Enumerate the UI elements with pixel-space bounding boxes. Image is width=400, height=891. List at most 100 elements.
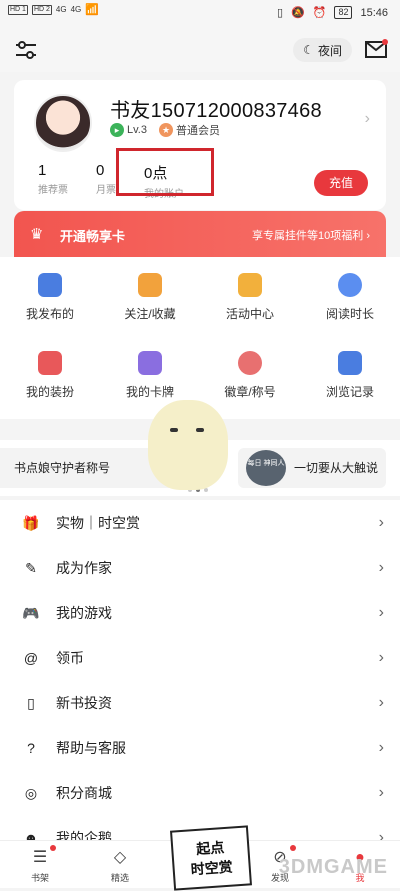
- top-bar: ☾ 夜间: [0, 28, 400, 72]
- shirt-icon: [38, 351, 62, 375]
- crown-icon: ♛: [30, 226, 44, 243]
- menu-item-help-support[interactable]: ? 帮助与客服 ›: [0, 725, 400, 770]
- menu-item-claim-coins[interactable]: @ 领币 ›: [0, 635, 400, 680]
- chevron-right-icon[interactable]: ›: [365, 110, 370, 128]
- diamond-icon: ◇: [113, 849, 127, 866]
- level-badge[interactable]: ▸ Lv.3: [110, 123, 147, 137]
- menu-item-label: 领币: [56, 649, 84, 666]
- annotation-highlight-box: [116, 148, 214, 196]
- gift-box-icon: [238, 273, 262, 297]
- chat-icon: [38, 273, 62, 297]
- member-star-icon: ★: [158, 123, 173, 137]
- folder-icon: [138, 273, 162, 297]
- bookshelf-icon: ☰: [32, 849, 48, 866]
- tab-featured[interactable]: ◇ 精选: [80, 841, 160, 888]
- profile-card[interactable]: 书友150712000837468 ▸ Lv.3 ★ 普通会员 › 1 推荐票 …: [14, 80, 386, 210]
- promo-sticker[interactable]: 起点 时空赏: [170, 825, 252, 891]
- avatar[interactable]: [34, 94, 92, 152]
- menu-item-become-author[interactable]: ✎ 成为作家 ›: [0, 545, 400, 590]
- at-icon: @: [23, 649, 39, 666]
- grid-item-activity-center[interactable]: 活动中心: [200, 257, 300, 335]
- coins-icon: ◎: [24, 784, 38, 801]
- recharge-button[interactable]: 充值: [314, 170, 368, 196]
- grid-item-label: 浏览记录: [325, 385, 374, 399]
- mute-icon: 🔕: [291, 7, 305, 19]
- mascot-eye: [196, 428, 204, 432]
- network2-label: 4G: [70, 5, 82, 14]
- notification-dot: [50, 845, 56, 851]
- history-icon: [338, 351, 362, 375]
- menu-item-label: 成为作家: [56, 559, 112, 576]
- membership-badge[interactable]: ★ 普通会员: [158, 122, 220, 138]
- vip-subtitle: 享专属挂件等10项福利 ›: [252, 230, 370, 242]
- question-icon: ?: [27, 739, 35, 756]
- level-label: Lv.3: [127, 124, 147, 136]
- grid-item-history[interactable]: 浏览记录: [300, 335, 400, 413]
- tab-bookshelf[interactable]: ☰ 书架: [0, 841, 80, 888]
- menu-item-my-games[interactable]: 🎮 我的游戏 ›: [0, 590, 400, 635]
- mascot-eye: [170, 428, 178, 432]
- grid-item-label: 活动中心: [225, 307, 274, 321]
- stat-number: 1: [38, 162, 47, 179]
- night-mode-label: 夜间: [317, 43, 342, 58]
- gamepad-icon: 🎮: [22, 604, 40, 621]
- grid-item-label: 我发布的: [25, 307, 74, 321]
- chevron-right-icon: ›: [378, 558, 384, 576]
- grid-item-follow-favorites[interactable]: 关注/收藏: [100, 257, 200, 335]
- promo-line-2: 时空赏: [190, 858, 234, 878]
- settings-sliders-icon[interactable]: [14, 40, 38, 60]
- menu-item-rewards[interactable]: 🎁 实物｜时空赏 ›: [0, 500, 400, 545]
- vip-title: 开通畅享卡: [60, 229, 126, 244]
- network1-label: 4G: [55, 5, 67, 14]
- wifi-icon: 📶: [85, 4, 99, 16]
- sim1-indicator: HD 1: [8, 4, 28, 15]
- menu-item-new-book-invest[interactable]: ▯ 新书投资 ›: [0, 680, 400, 725]
- night-mode-button[interactable]: ☾ 夜间: [293, 38, 352, 62]
- menu-item-label: 帮助与客服: [56, 739, 126, 756]
- grid-item-label: 我的装扮: [25, 385, 74, 399]
- pen-icon: ✎: [25, 559, 37, 576]
- stat-number: 0: [96, 162, 105, 179]
- chevron-right-icon: ›: [378, 738, 384, 756]
- tab-label: 精选: [110, 873, 129, 883]
- medal-icon: [238, 351, 262, 375]
- menu-item-label: 实物｜时空赏: [56, 514, 140, 531]
- grid-item-reading-time[interactable]: 阅读时长: [300, 257, 400, 335]
- menu-item-label: 积分商城: [56, 784, 112, 801]
- gift-icon: 🎁: [22, 514, 40, 531]
- sim2-indicator: HD 2: [31, 4, 52, 15]
- menu-item-label: 我的游戏: [56, 604, 112, 621]
- grid-item-my-posts[interactable]: 我发布的: [0, 257, 100, 335]
- clock-icon: [338, 273, 362, 297]
- stat-recommend-tickets[interactable]: 1 推荐票: [38, 162, 68, 200]
- menu-item-label: 新书投资: [56, 694, 112, 711]
- stat-label: 推荐票: [38, 185, 68, 196]
- menu-item-points-mall[interactable]: ◎ 积分商城 ›: [0, 770, 400, 815]
- menu-list: 🎁 实物｜时空赏 › ✎ 成为作家 › 🎮 我的游戏 › @ 领币 › ▯ 新书…: [0, 500, 400, 860]
- grid-item-my-outfits[interactable]: 我的装扮: [0, 335, 100, 413]
- notification-dot: [290, 845, 296, 851]
- vip-promo-bar[interactable]: ♛ 开通畅享卡 享专属挂件等10项福利 ›: [14, 211, 386, 257]
- mail-icon[interactable]: [364, 38, 388, 60]
- clock: 15:46: [360, 6, 388, 19]
- mascot-floating-sticker[interactable]: [148, 400, 228, 490]
- chevron-right-icon: ›: [378, 603, 384, 621]
- shortcuts-grid-card: 我发布的 关注/收藏 活动中心 阅读时长 我的装扮 我的卡牌 徽章/称号 浏览记…: [0, 257, 400, 419]
- grid-item-label: 徽章/称号: [224, 385, 276, 399]
- status-bar: HD 1 HD 2 4G 4G 📶 ▯ 🔕 ⏰ 82 15:46: [0, 0, 400, 28]
- user-badges: ▸ Lv.3 ★ 普通会员: [110, 122, 220, 138]
- tab-label: 书架: [30, 873, 49, 883]
- watermark: 3DMGAME: [278, 856, 388, 878]
- card-icon: [138, 351, 162, 375]
- banner-tag-logo: 每日 神同人: [246, 450, 286, 486]
- book-icon: ▯: [27, 694, 35, 711]
- grid-item-badges-titles[interactable]: 徽章/称号: [200, 335, 300, 413]
- shortcuts-grid: 我发布的 关注/收藏 活动中心 阅读时长 我的装扮 我的卡牌 徽章/称号 浏览记…: [0, 257, 400, 413]
- battery-indicator: 82: [334, 6, 353, 19]
- level-icon: ▸: [110, 123, 124, 137]
- chevron-right-icon: ›: [378, 783, 384, 801]
- username: 书友150712000837468: [110, 100, 322, 122]
- stat-monthly-tickets[interactable]: 0 月票: [96, 162, 116, 200]
- moon-icon: ☾: [303, 43, 314, 57]
- chevron-right-icon: ›: [378, 513, 384, 531]
